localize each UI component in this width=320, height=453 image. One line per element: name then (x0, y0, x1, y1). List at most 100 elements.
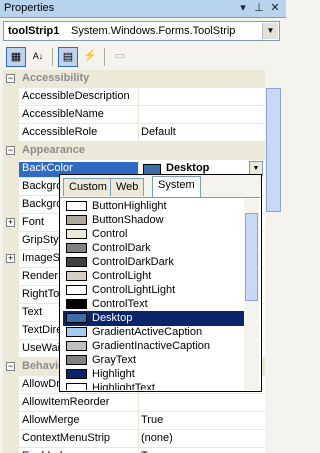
column-divider[interactable] (138, 448, 139, 453)
category-row[interactable]: − Appearance (3, 142, 265, 160)
scrollbar-thumb[interactable] (266, 88, 281, 212)
expand-icon[interactable]: + (6, 254, 15, 263)
tab-system[interactable]: System (152, 176, 201, 197)
color-name: ControlText (92, 298, 148, 310)
category-name: Appearance (22, 144, 85, 156)
property-row[interactable]: AccessibleName (3, 106, 265, 124)
column-divider[interactable] (138, 394, 139, 412)
property-name: ContextMenuStrip (22, 432, 111, 444)
property-row[interactable]: AllowMerge True (3, 412, 265, 430)
color-picker-tabs: Custom Web System (60, 175, 261, 198)
color-list-item[interactable]: GradientActiveCaption (63, 325, 244, 340)
row-gutter (3, 232, 19, 250)
color-name: GradientActiveCaption (92, 326, 203, 338)
color-swatch (66, 327, 87, 337)
color-list-item[interactable]: ControlLightLight (63, 283, 244, 298)
row-gutter (3, 124, 19, 142)
row-gutter (3, 448, 19, 453)
property-grid-scrollbar[interactable] (265, 70, 282, 453)
row-gutter (3, 178, 19, 196)
property-value[interactable]: (none) (141, 432, 173, 444)
categorized-icon[interactable]: ▦ (6, 47, 26, 67)
close-icon[interactable]: ✕ (268, 1, 282, 15)
row-gutter (3, 340, 19, 358)
color-name: ButtonShadow (92, 214, 164, 226)
property-name: AccessibleRole (22, 126, 98, 138)
color-list-item[interactable]: ControlLight (63, 269, 244, 284)
alphabetical-icon[interactable]: A↓ (28, 47, 48, 67)
color-name: ControlLight (92, 270, 152, 282)
color-swatch (66, 285, 87, 295)
color-picker-popup: Custom Web System ButtonHighlight ButtonSha… (59, 174, 262, 392)
color-swatch (66, 271, 87, 281)
property-value[interactable]: True (141, 414, 163, 426)
expand-icon[interactable]: + (6, 218, 15, 227)
toolbar-separator (52, 48, 53, 66)
color-name: ControlLightLight (92, 284, 176, 296)
color-swatch (66, 313, 87, 323)
row-gutter (3, 88, 19, 106)
tab-custom[interactable]: Custom (63, 178, 113, 196)
color-name: Highlight (92, 368, 135, 380)
color-list-item[interactable]: GrayText (63, 353, 244, 368)
property-row[interactable]: AccessibleDescription (3, 88, 265, 106)
property-name: AllowItemReorder (22, 396, 110, 408)
color-list-item[interactable]: HighlightText (63, 381, 244, 390)
color-swatch (66, 215, 87, 225)
color-list-item[interactable]: Highlight (63, 367, 244, 382)
color-list-scrollbar[interactable] (244, 199, 259, 390)
property-row[interactable]: ContextMenuStrip (none) (3, 430, 265, 448)
property-value[interactable]: Default (141, 126, 176, 138)
collapse-icon[interactable]: − (6, 146, 15, 155)
color-list-item[interactable]: Control (63, 227, 244, 242)
row-gutter (3, 160, 19, 178)
row-gutter (3, 322, 19, 340)
color-name: Control (92, 228, 128, 240)
color-list-item[interactable]: ControlText (63, 297, 244, 312)
auto-hide-pin-icon[interactable]: ⊥ (252, 1, 266, 15)
system-color-list: ButtonHighlight ButtonShadow Control Contro… (63, 199, 244, 390)
column-divider[interactable] (138, 124, 139, 142)
category-row[interactable]: − Accessibility (3, 70, 265, 88)
chevron-down-icon[interactable]: ▼ (262, 23, 278, 39)
collapse-icon[interactable]: − (6, 74, 15, 83)
object-selector[interactable]: toolStrip1 System.Windows.Forms.ToolStri… (3, 21, 280, 41)
property-name: AccessibleName (22, 108, 104, 120)
row-gutter (3, 430, 19, 448)
events-icon[interactable]: ⚡ (80, 47, 100, 67)
properties-icon[interactable]: ▤ (58, 47, 78, 67)
window-position-icon[interactable]: ▾ (236, 1, 250, 15)
color-list-item[interactable]: ControlDark (63, 241, 244, 256)
properties-title-bar: Properties ▾ ⊥ ✕ (0, 0, 286, 18)
tab-web[interactable]: Web (110, 178, 145, 196)
column-divider[interactable] (138, 412, 139, 430)
property-row[interactable]: AllowItemReorder (3, 394, 265, 412)
row-gutter (3, 304, 19, 322)
color-list-item[interactable]: ButtonShadow (63, 213, 244, 228)
color-list-item[interactable]: GradientInactiveCaption (63, 339, 244, 354)
object-name: toolStrip1 (8, 25, 60, 37)
color-swatch (66, 243, 87, 253)
column-divider[interactable] (138, 430, 139, 448)
row-gutter (3, 268, 19, 286)
color-name: Desktop (92, 312, 133, 324)
color-list-item[interactable]: Desktop (63, 311, 244, 326)
row-gutter (3, 106, 19, 124)
row-gutter (3, 412, 19, 430)
property-row[interactable]: EnabledTrue (3, 448, 265, 453)
scrollbar-thumb[interactable] (245, 213, 258, 301)
column-divider[interactable] (138, 88, 139, 106)
property-name: AllowMerge (22, 414, 80, 426)
property-value[interactable]: Desktop (166, 162, 209, 174)
collapse-icon[interactable]: − (6, 362, 15, 371)
color-name: HighlightText (92, 382, 155, 390)
column-divider[interactable] (138, 106, 139, 124)
color-list-item[interactable]: ButtonHighlight (63, 199, 244, 214)
property-row[interactable]: AccessibleRole Default (3, 124, 265, 142)
color-name: ControlDarkDark (92, 256, 174, 268)
color-list-item[interactable]: ControlDarkDark (63, 255, 244, 270)
color-name: ButtonHighlight (92, 200, 167, 212)
color-swatch (66, 383, 87, 390)
color-swatch (66, 369, 87, 379)
property-pages-icon[interactable]: ▭ (110, 47, 130, 67)
